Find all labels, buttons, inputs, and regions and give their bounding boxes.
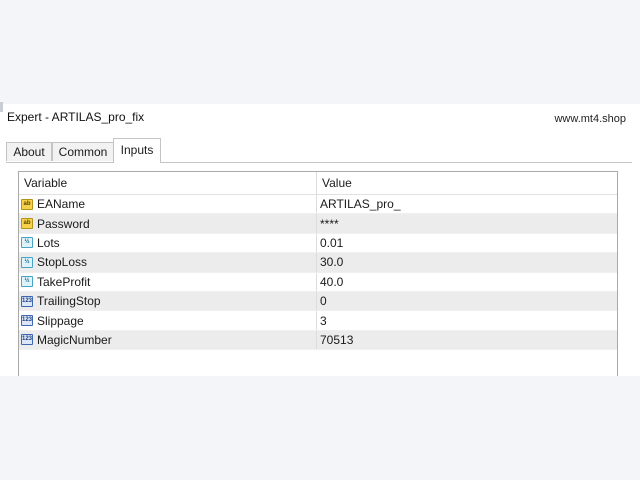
value-cell[interactable]: 0.01 (317, 234, 617, 252)
value-cell[interactable]: ARTILAS_pro_ (317, 195, 617, 213)
string-icon: ab (21, 218, 33, 230)
table-row[interactable]: ab Password **** (19, 214, 617, 234)
value-text: 70513 (320, 332, 354, 347)
variable-name: StopLoss (37, 255, 88, 270)
variable-name: TakeProfit (37, 274, 91, 289)
variable-cell: ab Password (19, 214, 317, 233)
string-icon: ab (21, 198, 33, 210)
int-icon: 123 (21, 315, 33, 327)
tab-inputs[interactable]: Inputs (113, 138, 161, 163)
grid-header: Variable Value (19, 172, 617, 195)
value-cell[interactable]: 0 (317, 292, 617, 310)
table-row[interactable]: ½ TakeProfit 40.0 (19, 272, 617, 292)
variable-name: Lots (37, 235, 60, 250)
variable-cell: ½ StopLoss (19, 253, 317, 272)
double-icon: ½ (21, 256, 33, 268)
value-text: 0.01 (320, 235, 344, 250)
double-icon: ½ (21, 276, 33, 288)
value-text: ARTILAS_pro_ (320, 197, 401, 212)
variable-name: EAName (37, 197, 86, 212)
variable-name: Slippage (37, 313, 84, 328)
variable-cell: ½ Lots (19, 233, 317, 253)
value-text: 30.0 (320, 255, 344, 270)
window-title: Expert - ARTILAS_pro_fix (7, 110, 145, 124)
variable-cell: 123 MagicNumber (19, 330, 317, 350)
int-icon: 123 (21, 334, 33, 346)
variable-cell: ab EAName (19, 195, 317, 214)
value-text: 3 (320, 313, 327, 328)
tab-about[interactable]: About (6, 142, 52, 161)
table-row[interactable]: ab EAName ARTILAS_pro_ (19, 195, 617, 215)
value-text: **** (320, 216, 339, 231)
variable-name: Password (37, 216, 90, 231)
variable-cell: ½ TakeProfit (19, 272, 317, 291)
value-text: 0 (320, 294, 327, 309)
table-row[interactable]: ½ StopLoss 30.0 (19, 253, 617, 273)
column-header-value[interactable]: Value (317, 172, 617, 194)
value-cell[interactable]: 70513 (317, 331, 617, 349)
table-row[interactable]: 123 TrailingStop 0 (19, 291, 617, 312)
resize-handle[interactable] (0, 102, 3, 112)
variable-cell: 123 Slippage (19, 311, 317, 330)
variable-name: TrailingStop (37, 294, 101, 309)
tab-strip: About Common Inputs (6, 138, 632, 163)
value-cell[interactable]: 40.0 (317, 273, 617, 291)
variable-name: MagicNumber (37, 332, 112, 347)
value-cell[interactable]: 30.0 (317, 253, 617, 271)
variable-cell: 123 TrailingStop (19, 291, 317, 311)
inputs-grid: Variable Value ab EAName ARTILAS_pro_ ab Pas… (18, 171, 618, 376)
table-row[interactable]: 123 MagicNumber 70513 (19, 330, 617, 351)
double-icon: ½ (21, 237, 33, 249)
table-row[interactable]: 123 Slippage 3 (19, 311, 617, 331)
int-icon: 123 (21, 295, 33, 307)
column-header-variable[interactable]: Variable (19, 172, 317, 194)
tab-common[interactable]: Common (52, 142, 114, 161)
value-text: 40.0 (320, 274, 344, 289)
watermark-text: www.mt4.shop (554, 113, 626, 125)
value-cell[interactable]: 3 (317, 311, 617, 329)
value-cell[interactable]: **** (317, 214, 617, 232)
table-row[interactable]: ½ Lots 0.01 (19, 233, 617, 254)
